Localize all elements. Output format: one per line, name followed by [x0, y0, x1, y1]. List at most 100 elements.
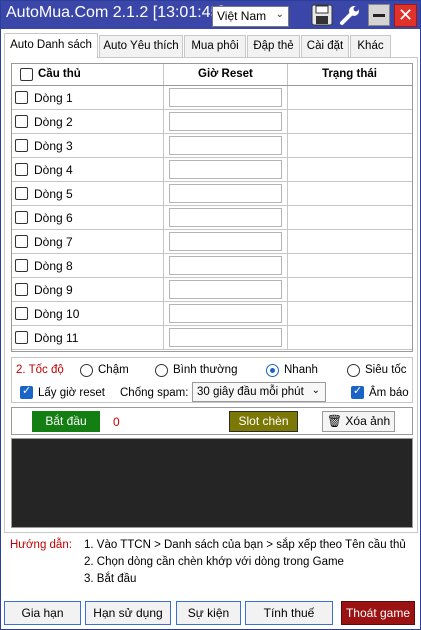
minimize-button[interactable] [368, 4, 390, 26]
table-row: Dòng 9 [12, 278, 412, 302]
reset-time-input[interactable] [169, 184, 282, 203]
tab-khac[interactable]: Khác [350, 35, 391, 57]
row-checkbox[interactable] [15, 211, 28, 224]
reset-time-input[interactable] [169, 88, 282, 107]
speed-option-sieu-toc: Siêu tốc [365, 364, 407, 376]
table-row: Dòng 6 [12, 206, 412, 230]
clear-image-label: Xóa ảnh [345, 414, 391, 428]
row-checkbox[interactable] [15, 91, 28, 104]
select-all-checkbox[interactable] [20, 68, 33, 81]
row-cell-reset [164, 206, 288, 229]
log-panel [11, 438, 413, 528]
action-bar: Bắt đầu 0 Slot chèn 🗑 Xóa ảnh [11, 407, 413, 435]
anti-spam-select[interactable]: 30 giây đầu mỗi phút ⌄ [192, 382, 326, 402]
table-row: Dòng 3 [12, 134, 412, 158]
row-cell-status [288, 134, 412, 157]
tab-dap-the[interactable]: Đập thẻ [247, 35, 300, 57]
language-value: Việt Nam [217, 9, 267, 23]
clear-image-button[interactable]: 🗑 Xóa ảnh [322, 411, 395, 432]
player-grid: Cầu thủ Giờ Reset Trạng thái Dòng 1 Dòng … [11, 63, 413, 352]
speed-radio-nhanh[interactable] [266, 364, 279, 377]
tab-mua-phoi[interactable]: Mua phôi [184, 35, 246, 57]
reset-time-input[interactable] [169, 328, 282, 347]
row-checkbox[interactable] [15, 187, 28, 200]
tax-button[interactable]: Tính thuế [245, 601, 333, 625]
table-row: Dòng 5 [12, 182, 412, 206]
help-label: Hướng dẫn: [10, 539, 72, 551]
row-label: Dòng 8 [34, 259, 73, 273]
row-checkbox[interactable] [15, 331, 28, 344]
reset-time-input[interactable] [169, 304, 282, 323]
wrench-icon[interactable] [339, 4, 361, 26]
table-row: Dòng 10 [12, 302, 412, 326]
table-row: Dòng 2 [12, 110, 412, 134]
reset-time-input[interactable] [169, 112, 282, 131]
row-checkbox[interactable] [15, 283, 28, 296]
speed-radio-sieu-toc[interactable] [347, 364, 360, 377]
row-checkbox[interactable] [15, 235, 28, 248]
reset-time-input[interactable] [169, 280, 282, 299]
row-checkbox[interactable] [15, 307, 28, 320]
row-cell-player: Dòng 7 [12, 230, 164, 253]
reset-time-input[interactable] [169, 136, 282, 155]
close-button[interactable]: ✕ [394, 4, 417, 27]
event-button[interactable]: Sự kiện [176, 601, 241, 625]
row-checkbox[interactable] [15, 115, 28, 128]
save-icon[interactable] [311, 4, 333, 26]
row-cell-player: Dòng 8 [12, 254, 164, 277]
row-label: Dòng 1 [34, 91, 73, 105]
extend-button[interactable]: Gia hạn [4, 601, 81, 625]
row-cell-player: Dòng 4 [12, 158, 164, 181]
tab-auto-danh-sach[interactable]: Auto Danh sách [4, 33, 98, 58]
row-label: Dòng 2 [34, 115, 73, 129]
row-cell-reset [164, 254, 288, 277]
row-checkbox[interactable] [15, 139, 28, 152]
row-cell-reset [164, 110, 288, 133]
sound-checkbox[interactable] [351, 384, 364, 399]
slot-insert-button[interactable]: Slot chèn [229, 411, 298, 432]
language-select[interactable]: Việt Nam ⌄ [212, 6, 289, 27]
reset-time-input[interactable] [169, 160, 282, 179]
row-checkbox[interactable] [15, 259, 28, 272]
help-line-1: 1. Vào TTCN > Danh sách của bạn > sắp xế… [84, 539, 406, 551]
trash-icon: 🗑 [326, 414, 343, 428]
get-reset-checkbox[interactable] [20, 384, 33, 399]
reset-time-input[interactable] [169, 208, 282, 227]
tab-cai-dat[interactable]: Cài đặt [301, 35, 349, 57]
tab-auto-yeu-thich[interactable]: Auto Yêu thích [99, 35, 183, 57]
row-cell-player: Dòng 1 [12, 86, 164, 109]
row-cell-reset [164, 278, 288, 301]
sound-label: Âm báo [369, 387, 409, 399]
get-reset-label: Lấy giờ reset [38, 387, 105, 399]
row-label: Dòng 11 [34, 331, 79, 345]
speed-radio-binh-thuong[interactable] [155, 364, 168, 377]
speed-radio-cham[interactable] [80, 364, 93, 377]
row-cell-status [288, 158, 412, 181]
table-row: Dòng 7 [12, 230, 412, 254]
speed-label: 2. Tốc độ [16, 364, 64, 376]
reset-time-input[interactable] [169, 256, 282, 275]
anti-spam-value: 30 giây đầu mỗi phút [197, 386, 304, 398]
header-player: Cầu thủ [38, 68, 81, 80]
speed-option-cham: Chậm [98, 364, 129, 376]
row-cell-player: Dòng 10 [12, 302, 164, 325]
row-label: Dòng 3 [34, 139, 73, 153]
counter: 0 [113, 415, 120, 429]
help-line-2: 2. Chọn dòng cần chèn khớp với dòng tron… [84, 556, 344, 568]
speed-option-binh-thuong: Bình thường [173, 364, 238, 376]
header-cell-reset: Giờ Reset [164, 64, 288, 85]
row-cell-status [288, 206, 412, 229]
start-button[interactable]: Bắt đầu [32, 411, 100, 432]
tab-panel-auto-danh-sach: Cầu thủ Giờ Reset Trạng thái Dòng 1 Dòng … [4, 57, 418, 533]
reset-time-input[interactable] [169, 232, 282, 251]
table-row: Dòng 1 [12, 86, 412, 110]
row-label: Dòng 9 [34, 283, 73, 297]
row-cell-reset [164, 182, 288, 205]
row-cell-player: Dòng 2 [12, 110, 164, 133]
app-window: AutoMua.Com 2.1.2 [13:01:45] Việt Nam ⌄ … [0, 0, 421, 630]
row-cell-reset [164, 326, 288, 349]
expiry-button[interactable]: Hạn sử dụng [85, 601, 171, 625]
header-reset-time: Giờ Reset [198, 68, 253, 80]
row-checkbox[interactable] [15, 163, 28, 176]
exit-game-button[interactable]: Thoát game [341, 601, 415, 625]
